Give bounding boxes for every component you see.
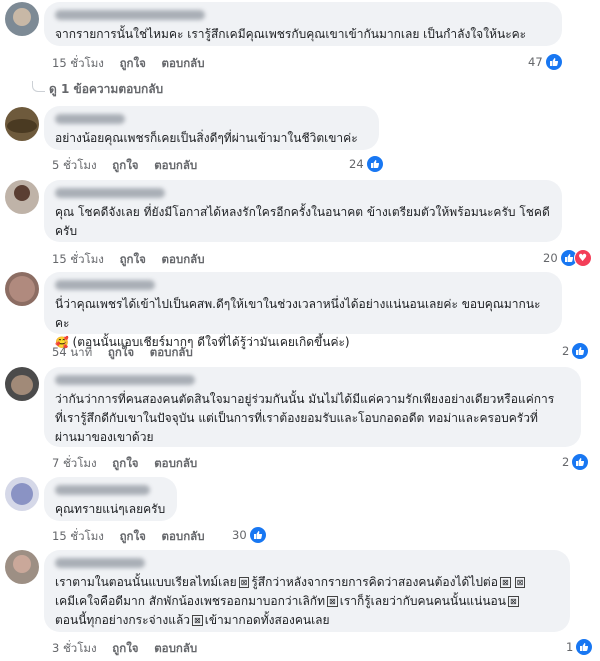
avatar[interactable] [5, 477, 39, 511]
unknown-glyph-icon: ⊠ [507, 596, 519, 607]
reply-button[interactable]: ตอบกลับ [162, 529, 205, 543]
like-button[interactable]: ถูกใจ [120, 529, 146, 543]
author-name[interactable] [55, 375, 195, 385]
reply-button[interactable]: ตอบกลับ [162, 56, 205, 70]
comment-text: เคมีเคใจคือดีมาก สักพักน้องเพชรออกมาบอกว… [55, 594, 325, 608]
unknown-glyph-icon: ⊠ [238, 577, 250, 588]
timestamp[interactable]: 3 ชั่วโมง [52, 641, 97, 655]
comment-actions: 7 ชั่วโมง ถูกใจ ตอบกลับ [52, 455, 209, 473]
comment-actions: 5 ชั่วโมง ถูกใจ ตอบกลับ [52, 157, 209, 175]
avatar[interactable] [5, 550, 39, 584]
reaction-count[interactable]: 30 [232, 526, 267, 544]
reaction-number: 2 [562, 455, 570, 469]
comment-text-line: เราตามในตอนนั้นแบบเรียลไทม์เลย ⊠ รู้สึกว่า… [55, 573, 559, 592]
like-thumb-icon [544, 53, 563, 71]
comment-text: จากรายการนั้นใช่ไหมคะ เรารู้สึกเคมีคุณเพ… [55, 27, 527, 41]
unknown-glyph-icon: ⊠ [326, 596, 338, 607]
comment-actions: 15 ชั่วโมง ถูกใจ ตอบกลับ [52, 55, 217, 73]
author-name[interactable] [55, 558, 145, 568]
comment-text-line: ว่ากันว่าการที่คนสองคนตัดสินใจมาอยู่ร่วม… [55, 392, 555, 406]
reaction-number: 47 [528, 55, 543, 69]
unknown-glyph-icon: ⊠ [514, 577, 526, 588]
avatar[interactable] [5, 107, 39, 141]
like-button[interactable]: ถูกใจ [112, 456, 138, 470]
reply-button[interactable]: ตอบกลับ [154, 158, 197, 172]
timestamp[interactable]: 7 ชั่วโมง [52, 456, 97, 470]
comment-bubble: อย่างน้อยคุณเพชรก็เคยเป็นสิ่งดีๆที่ผ่านเ… [44, 106, 379, 150]
comment-bubble: จากรายการนั้นใช่ไหมคะ เรารู้สึกเคมีคุณเพ… [44, 2, 562, 46]
comment-text-line: ผ่านมาของเขาด้วย [55, 430, 154, 444]
timestamp[interactable]: 15 ชั่วโมง [52, 529, 104, 543]
comment-text-line: ครับ [55, 224, 78, 238]
reaction-number: 20 [543, 251, 558, 265]
unknown-glyph-icon: ⊠ [192, 615, 203, 626]
like-button[interactable]: ถูกใจ [108, 345, 134, 359]
comment-actions: 54 นาที ถูกใจ ตอบกลับ [52, 344, 205, 362]
reply-button[interactable]: ตอบกลับ [154, 641, 197, 655]
like-button[interactable]: ถูกใจ [120, 252, 146, 266]
avatar[interactable] [5, 367, 39, 401]
like-button[interactable]: ถูกใจ [112, 158, 138, 172]
comment-text-line: เคมีเคใจคือดีมาก สักพักน้องเพชรออกมาบอกว… [55, 592, 559, 611]
comment-text: ตอนนี้ทุกอย่างกระจ่างแล้ว [55, 613, 191, 627]
comment-text-line: ตอนนี้ทุกอย่างกระจ่างแล้ว ⊠ เข้ามากอดทั้งส… [55, 611, 559, 630]
like-thumb-icon [248, 526, 267, 544]
love-heart-icon: ♥ [573, 249, 592, 267]
author-name[interactable] [55, 114, 125, 124]
reaction-number: 30 [232, 528, 247, 542]
comment-text-line: นี่ว่าคุณเพชรได้เข้าไปเป็นคสพ.ดีๆให้เขาใ… [55, 297, 541, 330]
author-name[interactable] [55, 10, 205, 20]
reaction-count[interactable]: 1 [566, 638, 594, 656]
reaction-number: 24 [349, 157, 364, 171]
comment-text: คุณทรายแน่ๆเลยครับ [55, 502, 166, 516]
reply-button[interactable]: ตอบกลับ [154, 456, 197, 470]
comment-bubble: เราตามในตอนนั้นแบบเรียลไทม์เลย ⊠ รู้สึกว่า… [44, 550, 570, 632]
reaction-number: 1 [566, 640, 574, 654]
reaction-count[interactable]: 20 ♥ [543, 249, 592, 267]
like-thumb-icon [571, 342, 590, 360]
like-button[interactable]: ถูกใจ [112, 641, 138, 655]
timestamp[interactable]: 54 นาที [52, 345, 92, 359]
reaction-count[interactable]: 47 [528, 53, 563, 71]
comment-actions: 3 ชั่วโมง ถูกใจ ตอบกลับ [52, 640, 209, 658]
comment-bubble: ว่ากันว่าการที่คนสองคนตัดสินใจมาอยู่ร่วม… [44, 367, 581, 447]
author-name[interactable] [55, 280, 155, 290]
view-replies-label: ดู 1 ข้อความตอบกลับ [49, 82, 164, 96]
comment-text-line: ที่เรารู้สึกดีกับเขาในปัจจุบัน แต่เป็นกา… [55, 411, 538, 425]
comment-text: เราตามในตอนนั้นแบบเรียลไทม์เลย [55, 575, 237, 589]
reaction-count[interactable]: 24 [349, 155, 384, 173]
reaction-count[interactable]: 2 [562, 453, 590, 471]
author-name[interactable] [55, 188, 165, 198]
comment-text: อย่างน้อยคุณเพชรก็เคยเป็นสิ่งดีๆที่ผ่านเ… [55, 131, 358, 145]
comment-text: เข้ามากอดทั้งสองคนเลย [204, 613, 330, 627]
like-button[interactable]: ถูกใจ [120, 56, 146, 70]
timestamp[interactable]: 5 ชั่วโมง [52, 158, 97, 172]
avatar[interactable] [5, 272, 39, 306]
avatar[interactable] [5, 180, 39, 214]
comment-text-line: คุณ โชคดีจังเลย ที่ยังมีโอกาสได้หลงรักใค… [55, 205, 550, 219]
comment-bubble: นี่ว่าคุณเพชรได้เข้าไปเป็นคสพ.ดีๆให้เขาใ… [44, 272, 562, 349]
comment-bubble: คุณทรายแน่ๆเลยครับ [44, 477, 177, 521]
like-thumb-icon [571, 453, 590, 471]
comment-text: รู้สึกว่าหลังจากรายการคิดว่าสองคนต้องได้… [251, 575, 498, 589]
like-thumb-icon [365, 155, 384, 173]
unknown-glyph-icon: ⊠ [499, 577, 511, 588]
reaction-count[interactable]: 2 [562, 342, 590, 360]
reply-connector [32, 81, 45, 92]
view-replies-link[interactable]: ดู 1 ข้อความตอบกลับ [32, 80, 163, 99]
timestamp[interactable]: 15 ชั่วโมง [52, 56, 104, 70]
comment-actions: 15 ชั่วโมง ถูกใจ ตอบกลับ [52, 528, 217, 546]
author-name[interactable] [55, 485, 150, 495]
comment-text: เราก็รู้เลยว่ากับคนคนนั้นแน่นอน [339, 594, 506, 608]
like-thumb-icon [575, 638, 594, 656]
comment-actions: 15 ชั่วโมง ถูกใจ ตอบกลับ [52, 251, 217, 269]
comment-bubble: คุณ โชคดีจังเลย ที่ยังมีโอกาสได้หลงรักใค… [44, 180, 562, 242]
timestamp[interactable]: 15 ชั่วโมง [52, 252, 104, 266]
reaction-number: 2 [562, 344, 570, 358]
avatar[interactable] [5, 2, 39, 36]
reply-button[interactable]: ตอบกลับ [162, 252, 205, 266]
reply-button[interactable]: ตอบกลับ [150, 345, 193, 359]
